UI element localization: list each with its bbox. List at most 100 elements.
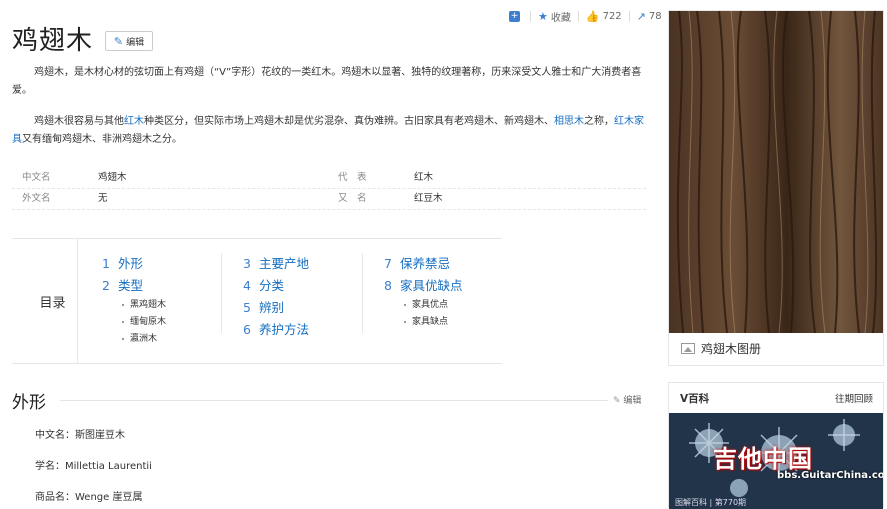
toc-item[interactable]: 5 辨别 <box>243 297 309 319</box>
info-key: 代 表 <box>338 172 367 183</box>
toc-subitem-label[interactable]: 缅甸原木 <box>130 317 166 327</box>
watermark-url: bbs.GuitarChina.com <box>777 470 883 481</box>
section-line: 中文名：斯图崖豆木 <box>35 430 125 441</box>
toc-item[interactable]: 6 养护方法 <box>243 319 309 341</box>
toc-item[interactable]: 3 主要产地 <box>243 253 309 275</box>
v-baike-title: V百科 <box>680 393 710 405</box>
toc-column-1: 1 外形 2 类型 黑鸡翅木 缅甸原木 瀛洲木 <box>102 253 166 348</box>
info-row: 中文名 鸡翅木 代 表 红木 <box>12 168 646 189</box>
pencil-icon: ✎ <box>613 396 621 406</box>
v-baike-panel: V百科 往期回顾 吉他中国 bbs.GuitarChina.com 图解百科 |… <box>668 382 884 509</box>
toc-link[interactable]: 主要产地 <box>259 256 309 271</box>
toc-item[interactable]: 8 家具优缺点 <box>384 275 463 297</box>
toc-link[interactable]: 外形 <box>118 256 143 271</box>
toc-subitem-label[interactable]: 家具优点 <box>412 300 448 310</box>
toc-subitem[interactable]: 缅甸原木 <box>102 314 166 331</box>
album-caption[interactable]: 鸡翅木图册 <box>681 340 761 357</box>
toc-subitem[interactable]: 家具优点 <box>384 297 463 314</box>
toc-link[interactable]: 家具优缺点 <box>400 278 463 293</box>
toc-item[interactable]: 2 类型 <box>102 275 166 297</box>
section-line: 商品名：Wenge 崖豆属 <box>35 492 143 503</box>
page-title: 鸡翅木 <box>12 26 94 56</box>
toc-subitem[interactable]: 家具缺点 <box>384 314 463 331</box>
like-count[interactable]: 722 <box>603 11 622 22</box>
bullet-icon <box>404 320 406 323</box>
toc-link[interactable]: 类型 <box>118 278 143 293</box>
info-key: 中文名 <box>22 172 51 183</box>
summary-text: 之称， <box>584 116 614 127</box>
toc-number: 2 <box>102 278 110 293</box>
summary-text: 种类区分，但实际市场上鸡翅木却是优劣混杂、真伪难辨。古旧家具有老鸡翅木、新鸡翅木… <box>144 116 554 127</box>
album-caption-label[interactable]: 鸡翅木图册 <box>701 340 761 357</box>
toc-number: 8 <box>384 278 392 293</box>
share-count[interactable]: 78 <box>649 11 662 22</box>
edit-label: 编辑 <box>126 37 145 48</box>
basic-info-table: 中文名 鸡翅木 代 表 红木 外文名 无 又 名 红豆木 <box>12 168 646 210</box>
edit-button[interactable]: ✎ 编辑 <box>105 31 153 51</box>
toc-number: 3 <box>243 256 251 271</box>
toc-subitem-label[interactable]: 黑鸡翅木 <box>130 300 166 310</box>
toc-subitem-label[interactable]: 家具缺点 <box>412 317 448 327</box>
favorite-button[interactable]: 收藏 <box>551 9 571 24</box>
toc-item[interactable]: 1 外形 <box>102 253 166 275</box>
section-edit-button[interactable]: ✎ 编辑 <box>613 393 641 406</box>
toc-label: 目录 <box>12 239 78 363</box>
info-value: 鸡翅木 <box>98 172 127 183</box>
watermark-brand: 吉他中国 <box>713 445 813 473</box>
info-row: 外文名 无 又 名 红豆木 <box>12 189 646 210</box>
section-edit-label: 编辑 <box>623 396 642 406</box>
toc-number: 6 <box>243 322 251 337</box>
info-value: 红木 <box>414 172 434 183</box>
summary-paragraph-2: 鸡翅木很容易与其他红木种类区分，但实际市场上鸡翅木却是优劣混杂、真伪难辨。古旧家… <box>12 113 646 149</box>
toc-number: 4 <box>243 278 251 293</box>
image-album[interactable]: 鸡翅木图册 <box>668 10 884 366</box>
gallery-icon <box>681 343 695 354</box>
toc-column-2: 3 主要产地 4 分类 5 辨别 6 养护方法 <box>243 253 309 341</box>
info-key: 外文名 <box>22 193 51 204</box>
top-action-bar: + ★ 收藏 👍 722 ↗ 78 <box>509 8 662 24</box>
toc-item[interactable]: 7 保养禁忌 <box>384 253 463 275</box>
link-xiangsimu[interactable]: 相思木 <box>554 116 584 127</box>
toc-link[interactable]: 保养禁忌 <box>400 256 450 271</box>
divider <box>577 10 579 22</box>
past-issues-link[interactable]: 往期回顾 <box>835 391 873 405</box>
link-hongmu[interactable]: 红木 <box>124 116 144 127</box>
summary-paragraph-1: 鸡翅木，是木材心材的弦切面上有鸡翅（“V”字形）花纹的一类红木。鸡翅木以显著、独… <box>12 64 646 100</box>
info-value: 红豆木 <box>414 193 443 204</box>
section-divider <box>60 400 608 401</box>
banner-footer: 图解百科 | 第770期 <box>675 498 747 507</box>
bullet-icon <box>122 320 124 323</box>
v-baike-banner[interactable]: 吉他中国 bbs.GuitarChina.com 图解百科 | 第770期 <box>669 413 883 509</box>
pencil-icon: ✎ <box>113 34 124 48</box>
divider <box>628 10 630 22</box>
bullet-icon <box>404 303 406 306</box>
wood-grain-image[interactable] <box>669 11 883 333</box>
toc-divider <box>362 253 363 333</box>
bullet-icon <box>122 303 124 306</box>
toc-link[interactable]: 养护方法 <box>259 322 309 337</box>
toc-column-3: 7 保养禁忌 8 家具优缺点 家具优点 家具缺点 <box>384 253 463 331</box>
toc-link[interactable]: 辨别 <box>259 300 284 315</box>
add-icon[interactable]: + <box>509 10 520 22</box>
thumbs-up-icon[interactable]: 👍 <box>586 10 600 23</box>
section-line: 学名：Millettia Laurentii <box>35 461 152 472</box>
toc-divider <box>221 253 222 333</box>
section-title: 外形 <box>12 393 46 413</box>
star-icon[interactable]: ★ <box>538 10 548 23</box>
toc-subitem[interactable]: 黑鸡翅木 <box>102 297 166 314</box>
summary-text: 鸡翅木，是木材心材的弦切面上有鸡翅（“V”字形）花纹的一类红木。鸡翅木以显著、独… <box>12 67 642 96</box>
table-of-contents: 目录 1 外形 2 类型 黑鸡翅木 缅甸原木 瀛洲木 3 主要产地 4 分类 5 辨别 6… <box>12 238 502 364</box>
share-icon[interactable]: ↗ <box>637 10 646 23</box>
info-value: 无 <box>98 193 108 204</box>
toc-subitem-label[interactable]: 瀛洲木 <box>130 334 157 344</box>
summary-text: 又有缅甸鸡翅木、非洲鸡翅木之分。 <box>22 134 182 145</box>
toc-number: 5 <box>243 300 251 315</box>
toc-link[interactable]: 分类 <box>259 278 284 293</box>
toc-subitem[interactable]: 瀛洲木 <box>102 331 166 348</box>
toc-number: 1 <box>102 256 110 271</box>
info-key: 又 名 <box>338 193 367 204</box>
divider <box>530 10 531 22</box>
toc-item[interactable]: 4 分类 <box>243 275 309 297</box>
summary-text: 鸡翅木很容易与其他 <box>34 116 124 127</box>
toc-number: 7 <box>384 256 392 271</box>
